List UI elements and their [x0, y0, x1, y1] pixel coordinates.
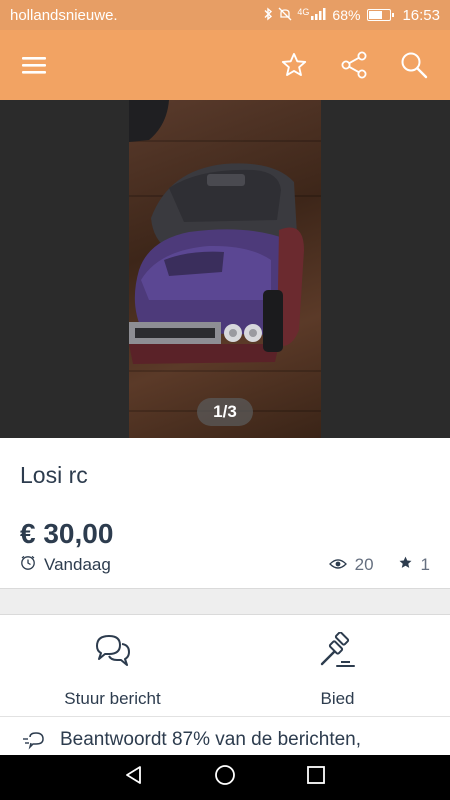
photo-gallery[interactable]: 1/3 [0, 100, 450, 438]
search-icon[interactable] [392, 43, 436, 87]
battery-icon [367, 9, 395, 21]
network-type: 4G [297, 6, 310, 17]
signal-icon [311, 7, 327, 23]
listing-price: € 30,00 [20, 518, 114, 549]
mute-icon [278, 7, 292, 24]
star-icon[interactable] [272, 43, 316, 87]
favorite-count-value: 1 [420, 555, 430, 574]
listing-meta: Vandaag 20 1 [20, 555, 430, 575]
favorite-count: 1 [398, 555, 430, 575]
back-icon[interactable] [124, 765, 144, 790]
recents-icon[interactable] [306, 765, 326, 790]
send-message-button[interactable]: Stuur bericht [0, 616, 225, 716]
photo-counter: 1/3 [197, 398, 253, 426]
app-bar [0, 30, 450, 100]
seller-response-info: Beantwoordt 87% van de berichten, [0, 717, 450, 755]
action-row: Stuur bericht Bied [0, 616, 450, 716]
menu-icon[interactable] [12, 43, 56, 87]
star-filled-icon [398, 555, 413, 575]
system-nav-bar [0, 755, 450, 800]
share-icon[interactable] [332, 43, 376, 87]
listing-title: Losi rc [20, 462, 88, 488]
fast-reply-icon [22, 731, 46, 755]
gavel-icon [318, 631, 358, 675]
bluetooth-icon [263, 7, 273, 24]
battery-fill [369, 11, 383, 19]
posted-date: Vandaag [20, 555, 329, 576]
view-count-value: 20 [354, 555, 374, 574]
view-count: 20 [328, 555, 374, 575]
section-separator [0, 589, 450, 615]
carrier-name: hollandsnieuwe. [10, 6, 118, 24]
bid-label: Bied [320, 689, 355, 708]
chat-icon [93, 632, 133, 675]
send-message-label: Stuur bericht [64, 689, 161, 708]
clock: 16:53 [402, 6, 440, 24]
home-icon[interactable] [214, 764, 236, 791]
status-bar: hollandsnieuwe. 4G 68% 16:53 [0, 0, 450, 30]
clock-icon [20, 555, 36, 576]
posted-date-label: Vandaag [44, 555, 111, 574]
eye-icon [328, 555, 347, 575]
status-icons: 4G 68% 16:53 [263, 7, 440, 24]
listing-photo[interactable] [129, 100, 321, 438]
battery-percent: 68% [332, 7, 361, 23]
bid-button[interactable]: Bied [225, 616, 450, 716]
response-rate-text: Beantwoordt 87% van de berichten, [60, 729, 362, 750]
